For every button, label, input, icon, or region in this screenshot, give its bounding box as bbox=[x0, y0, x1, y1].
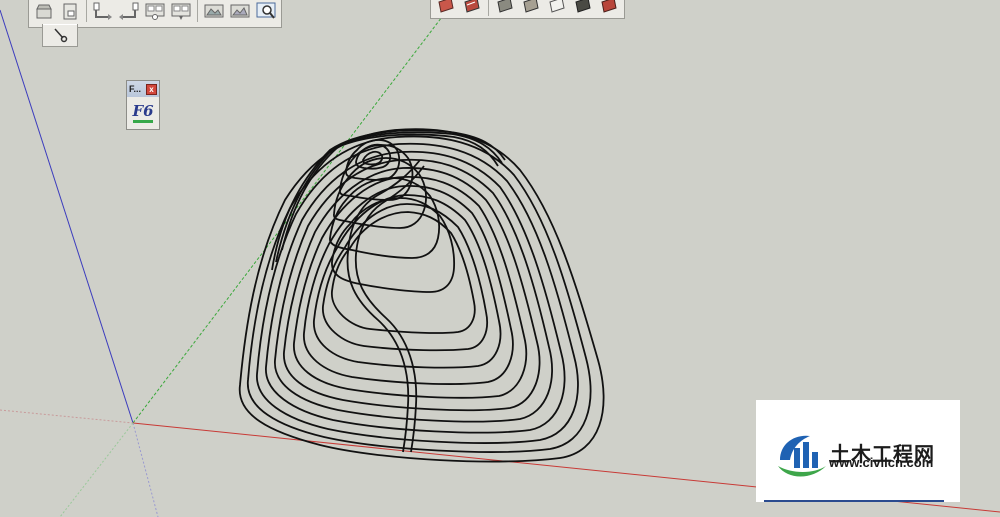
front-elevation-button[interactable] bbox=[58, 0, 82, 23]
style-stone-button[interactable] bbox=[519, 0, 543, 17]
scene-view-2-icon bbox=[170, 1, 192, 21]
close-icon[interactable]: x bbox=[146, 83, 157, 95]
contour-2[interactable] bbox=[247, 135, 592, 453]
styles-toolbar bbox=[430, 0, 625, 19]
f6-label: F6 bbox=[132, 102, 154, 120]
watermark-civilcn: 土木工程网 www.civilcn.com bbox=[756, 400, 960, 502]
scene-view-2-button[interactable] bbox=[169, 0, 193, 23]
front-elevation-icon bbox=[60, 1, 80, 21]
f6-button[interactable]: F6 bbox=[127, 102, 159, 123]
toolbar-separator bbox=[197, 0, 198, 22]
paint-brush-icon bbox=[51, 26, 69, 44]
section-cut-icon bbox=[92, 1, 114, 21]
scene-view-3-button[interactable] bbox=[202, 0, 226, 23]
style-black-icon bbox=[574, 0, 592, 14]
scene-view-3-icon bbox=[203, 1, 225, 21]
style-white-icon bbox=[548, 0, 566, 14]
style-rust-button[interactable] bbox=[597, 0, 621, 17]
blue-axis bbox=[0, 9, 134, 424]
style-white-button[interactable] bbox=[545, 0, 569, 17]
style-gray-button[interactable] bbox=[493, 0, 517, 17]
toolbar-separator bbox=[86, 0, 87, 22]
floating-toolbar-titlebar[interactable]: F... x bbox=[127, 81, 159, 97]
style-rust-icon bbox=[600, 0, 618, 14]
style-dark-icon bbox=[463, 0, 481, 14]
floating-toolbar-f6: F... x F6 bbox=[126, 80, 160, 130]
section-cut-button[interactable] bbox=[91, 0, 115, 23]
toolbar-separator bbox=[488, 0, 489, 16]
style-red-button[interactable] bbox=[434, 0, 458, 17]
blue-axis-negative bbox=[132, 422, 159, 517]
style-stone-icon bbox=[522, 0, 540, 14]
scene-view-4-button[interactable] bbox=[228, 0, 252, 23]
plan-view-icon bbox=[34, 1, 54, 21]
watermark-underline bbox=[764, 500, 944, 502]
plan-view-button[interactable] bbox=[32, 0, 56, 23]
scene-view-1-button[interactable] bbox=[143, 0, 167, 23]
paint-brush-button[interactable] bbox=[48, 23, 72, 47]
section-display-button[interactable] bbox=[117, 0, 141, 23]
zoom-extents-icon bbox=[255, 1, 277, 21]
style-red-icon bbox=[437, 0, 455, 14]
section-display-icon bbox=[118, 1, 140, 21]
paint-toolbar bbox=[42, 24, 78, 47]
watermark-url: www.civilcn.com bbox=[829, 455, 934, 470]
floating-toolbar-title: F... bbox=[129, 84, 142, 94]
scene-view-1-icon bbox=[144, 1, 166, 21]
terrain-contours[interactable] bbox=[238, 128, 605, 463]
style-dark-button[interactable] bbox=[460, 0, 484, 17]
f6-underline bbox=[133, 120, 153, 123]
scene-view-4-icon bbox=[229, 1, 251, 21]
zoom-extents-button[interactable] bbox=[254, 0, 278, 23]
red-axis-negative bbox=[0, 409, 134, 424]
style-gray-icon bbox=[496, 0, 514, 14]
contour-15[interactable] bbox=[338, 144, 414, 201]
style-black-button[interactable] bbox=[571, 0, 595, 17]
green-axis-negative bbox=[59, 422, 134, 517]
